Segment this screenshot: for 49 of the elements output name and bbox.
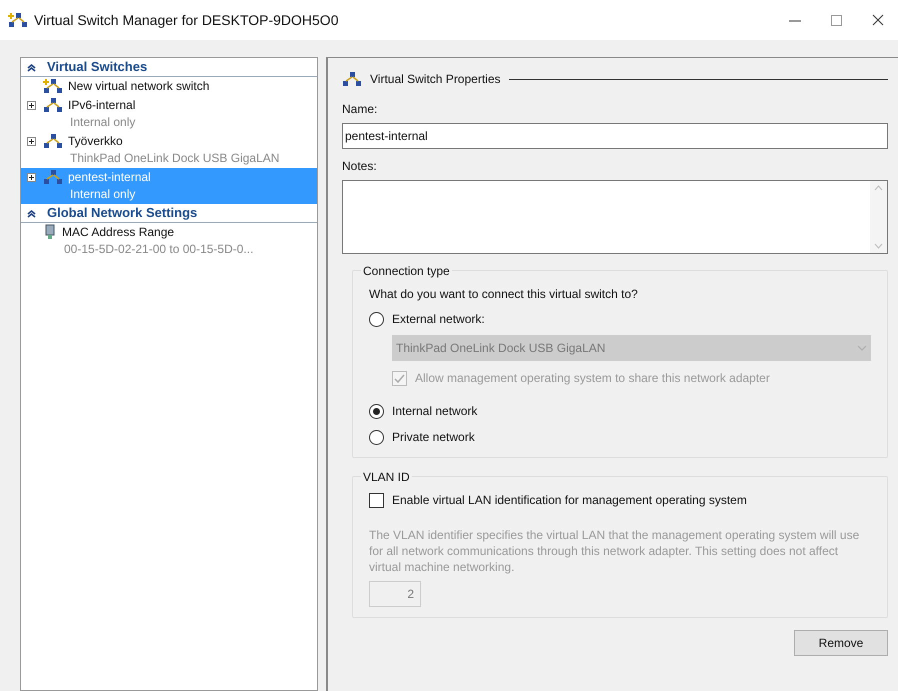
radio-label: Internal network — [392, 403, 478, 420]
vlan-id-field[interactable]: 2 — [369, 581, 421, 607]
item-title: Työverkko — [68, 133, 124, 150]
new-switch-icon — [8, 12, 28, 28]
group-title: Virtual Switch Properties — [370, 71, 500, 88]
item-title: New virtual network switch — [68, 78, 210, 95]
network-switch-icon — [43, 169, 63, 185]
remove-button[interactable]: Remove — [794, 630, 888, 656]
radio-button[interactable] — [369, 430, 384, 444]
item-subtitle: ThinkPad OneLink Dock USB GigaLAN — [69, 150, 280, 167]
vlan-description: The VLAN identifier specifies the virtual LAN that the management operating system will use for all network communications through this network adapter. This setting does not affect virtual machine networking. — [369, 527, 860, 575]
tree-item[interactable]: IPv6-internal Internal only — [21, 96, 317, 132]
collapse-icon — [27, 62, 36, 72]
item-title: IPv6-internal — [68, 97, 136, 114]
name-field[interactable]: pentest-internal — [342, 123, 888, 149]
caret-icon — [857, 345, 867, 351]
radio-button[interactable] — [369, 404, 384, 418]
tree-item[interactable]: Työverkko ThinkPad OneLink Dock USB GigaLAN — [21, 132, 317, 168]
expand-icon[interactable] — [27, 100, 36, 110]
checkbox-label: Allow management operating system to share this network adapter — [415, 370, 770, 387]
section-title: Virtual Switches — [47, 58, 148, 76]
tree-item[interactable]: New virtual network switch — [21, 77, 317, 96]
question-text: What do you want to connect this virtual switch to? — [369, 286, 639, 303]
window-title: Virtual Switch Manager for DESKTOP-9DOH5O0 — [34, 10, 338, 30]
item-subtitle: 00-15-5D-02-21-00 to 00-15-5D-0... — [63, 241, 254, 258]
network-switch-icon — [342, 71, 362, 87]
checkbox[interactable] — [369, 492, 384, 508]
new-switch-icon — [43, 78, 63, 94]
section-title: Global Network Settings — [47, 204, 198, 222]
radio-button[interactable] — [369, 312, 384, 326]
expand-icon[interactable] — [27, 136, 36, 146]
network-switch-icon — [43, 133, 63, 149]
expand-icon[interactable] — [27, 172, 36, 182]
checkbox-label: Enable virtual LAN identification for management operating system — [392, 492, 747, 509]
network-switch-icon — [43, 97, 63, 113]
item-subtitle: Internal only — [69, 186, 136, 203]
collapse-icon — [27, 208, 36, 218]
field-label: Name: — [342, 101, 378, 118]
adapter-icon — [43, 224, 57, 240]
item-subtitle: Internal only — [69, 114, 136, 131]
field-label: Notes: — [342, 158, 378, 175]
radio-label: Private network — [392, 429, 475, 446]
item-title: MAC Address Range — [62, 224, 176, 241]
radio-label: External network: — [392, 311, 485, 328]
notes-field[interactable] — [342, 180, 888, 254]
tree-item[interactable]: MAC Address Range 00-15-5D-02-21-00 to 00-15-5D-0... — [21, 223, 317, 259]
close-icon[interactable] — [872, 14, 884, 26]
maximize-icon[interactable] — [831, 14, 842, 26]
item-title: pentest-internal — [68, 169, 151, 186]
